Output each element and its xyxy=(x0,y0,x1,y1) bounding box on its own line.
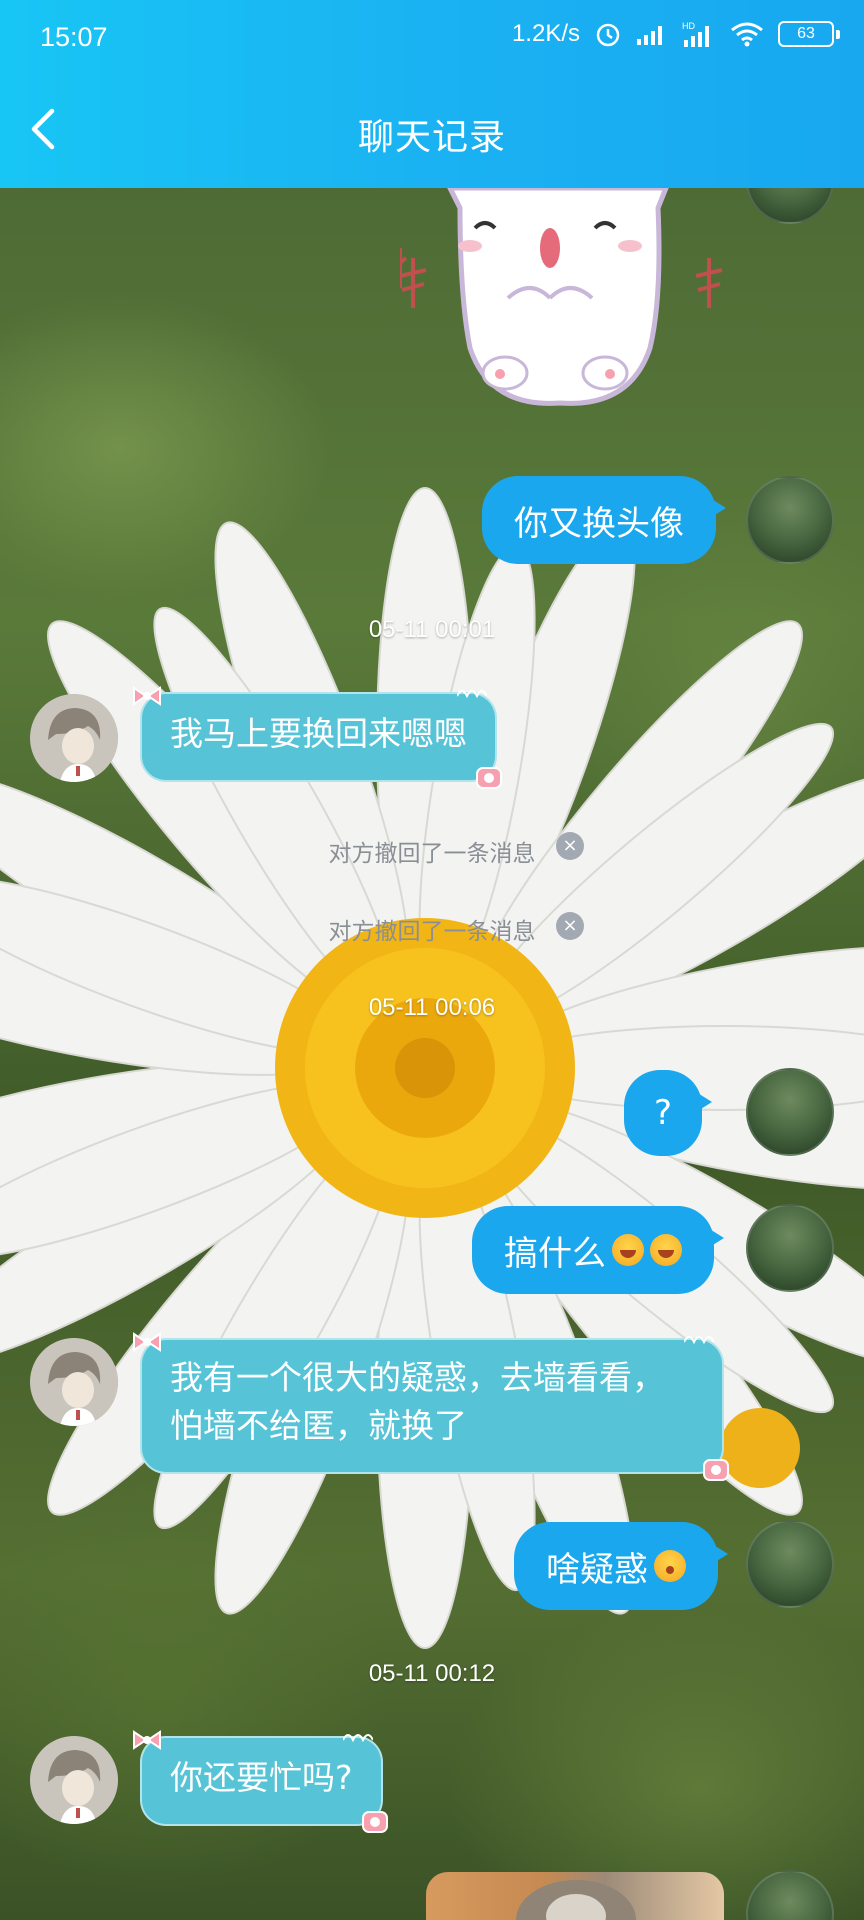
message-bubble-contact[interactable]: 我有一个很大的疑惑，去墙看看，怕墙不给匿，就换了 xyxy=(133,1332,729,1481)
bubble-lace-icon xyxy=(457,690,487,698)
bubble-phone-icon xyxy=(703,1459,729,1481)
svg-text:HD: HD xyxy=(682,21,695,31)
top-bar: 15:07 1.2K/s HD 63 聊天记录 xyxy=(0,0,864,188)
bubble-lace-icon xyxy=(684,1336,714,1344)
recall-notice: 对方撤回了一条消息 xyxy=(328,919,536,945)
bubble-lace-icon xyxy=(342,1734,373,1742)
laugh-emoji-icon xyxy=(612,1234,644,1266)
avatar-contact-image xyxy=(30,694,118,782)
avatar-contact[interactable] xyxy=(30,694,118,782)
avatar-me[interactable] xyxy=(746,1520,834,1608)
message-timestamp: 05-11 00:01 xyxy=(368,616,496,643)
avatar-me[interactable] xyxy=(746,476,834,564)
image-message-thumbnail[interactable] xyxy=(426,1872,724,1920)
message-timestamp: 05-11 00:06 xyxy=(368,994,496,1021)
message-bubble-mine[interactable]: ? xyxy=(624,1070,713,1156)
surprised-emoji-icon xyxy=(654,1550,686,1582)
recall-close-icon[interactable]: × xyxy=(556,832,584,860)
message-bubble-mine[interactable]: 啥疑惑 xyxy=(514,1522,728,1610)
avatar-contact[interactable] xyxy=(30,1736,118,1824)
bubble-bow-icon xyxy=(133,686,161,706)
status-bar: 15:07 1.2K/s HD 63 xyxy=(0,0,864,76)
message-text: 我有一个很大的疑惑，去墙看看，怕墙不给匿，就换了 xyxy=(170,1358,665,1445)
avatar-me[interactable] xyxy=(746,1204,834,1292)
avatar-contact-image xyxy=(30,1338,118,1426)
signal-hd-icon: HD xyxy=(682,21,709,47)
wifi-icon xyxy=(731,22,763,47)
recall-notice: 对方撤回了一条消息 xyxy=(328,841,536,867)
alarm-icon xyxy=(596,23,620,47)
message-text: ? xyxy=(654,1093,673,1133)
avatar-contact-image xyxy=(30,1736,118,1824)
message-bubble-contact[interactable]: 你还要忙吗? xyxy=(133,1730,388,1833)
sticker-sparkle-right xyxy=(695,258,723,308)
message-text: 我马上要换回来嗯嗯 xyxy=(170,714,467,753)
signal-icon xyxy=(637,26,662,45)
bubble-bow-icon xyxy=(133,1332,161,1352)
page-title: 聊天记录 xyxy=(357,117,506,158)
laugh-emoji-icon xyxy=(650,1234,682,1266)
message-text: 你又换头像 xyxy=(514,503,684,544)
bubble-phone-icon xyxy=(361,1811,388,1833)
sticker-sparkle-left xyxy=(399,258,427,308)
message-timestamp: 05-11 00:12 xyxy=(368,1660,496,1687)
recall-close-icon[interactable]: × xyxy=(556,912,584,940)
cat-photo-image xyxy=(516,1880,636,1920)
message-text: 你还要忙吗? xyxy=(170,1758,353,1797)
status-time: 15:07 xyxy=(40,22,108,52)
bubble-bow-icon xyxy=(133,1730,161,1750)
status-right: 1.2K/s HD 63 xyxy=(511,20,840,48)
message-bubble-mine[interactable]: 你又换头像 xyxy=(482,476,726,564)
sticker-cat-icon[interactable] xyxy=(400,188,720,418)
message-text: 啥疑惑 xyxy=(546,1549,648,1590)
message-bubble-contact[interactable]: 我马上要换回来嗯嗯 xyxy=(133,686,502,789)
avatar-contact[interactable] xyxy=(30,1338,118,1426)
bubble-phone-icon xyxy=(476,767,502,789)
avatar-me[interactable] xyxy=(746,1068,834,1156)
message-bubble-mine[interactable]: 搞什么 xyxy=(472,1206,724,1294)
message-text: 搞什么 xyxy=(504,1233,606,1274)
battery-icon: 63 xyxy=(778,21,840,47)
net-speed: 1.2K/s xyxy=(511,20,580,47)
